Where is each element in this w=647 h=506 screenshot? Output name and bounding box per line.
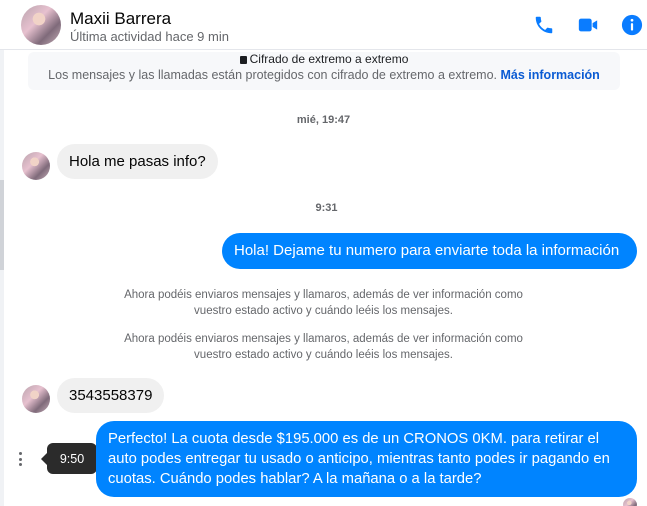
last-active-status: Última actividad hace 9 min: [70, 29, 229, 44]
incoming-message[interactable]: 3543558379: [57, 378, 165, 413]
encryption-title: Cifrado de extremo a extremo: [249, 52, 409, 66]
timestamp-divider: mié, 19:47: [296, 114, 351, 126]
encryption-banner: Cifrado de extremo a extremo Los mensaje…: [28, 52, 620, 90]
system-notice: Ahora podéis enviaros mensajes y llamaro…: [124, 333, 523, 361]
outgoing-message[interactable]: Hola! Dejame tu numero para enviarte tod…: [222, 233, 637, 269]
outgoing-message[interactable]: Perfecto! La cuota desde $195.000 es de …: [96, 421, 637, 497]
seen-avatar: [623, 498, 637, 506]
sender-avatar[interactable]: [22, 385, 50, 413]
sender-avatar[interactable]: [22, 152, 50, 180]
video-camera-icon[interactable]: [576, 13, 600, 37]
scrollbar-thumb[interactable]: [0, 180, 4, 270]
info-icon[interactable]: [620, 13, 644, 37]
message-time-tooltip: 9:50: [41, 443, 97, 474]
more-vertical-icon[interactable]: [14, 452, 26, 466]
more-info-link[interactable]: Más información: [501, 68, 600, 82]
lock-icon: [239, 56, 247, 64]
encryption-text: Los mensajes y las llamadas están proteg…: [48, 68, 498, 82]
timestamp-divider: 9:31: [315, 202, 338, 214]
contact-avatar[interactable]: [21, 5, 61, 45]
contact-name[interactable]: Maxii Barrera: [70, 9, 171, 29]
phone-icon[interactable]: [532, 13, 556, 37]
scroll-edge[interactable]: [0, 0, 4, 506]
conversation-header: Maxii Barrera Última actividad hace 9 mi…: [0, 0, 647, 50]
system-notice: Ahora podéis enviaros mensajes y llamaro…: [124, 289, 523, 317]
incoming-message[interactable]: Hola me pasas info?: [57, 144, 218, 179]
